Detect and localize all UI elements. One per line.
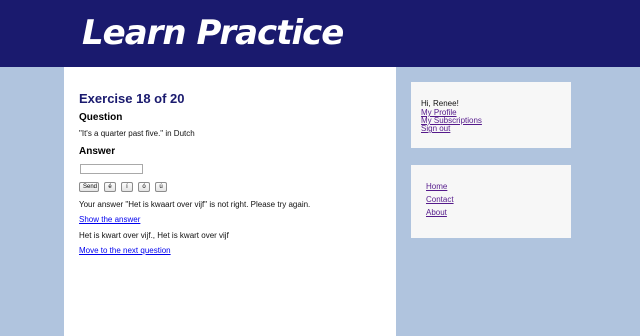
insert-u-acute-button[interactable]: ú: [155, 182, 167, 192]
site-logo[interactable]: Learn Practice: [82, 10, 344, 56]
user-greeting: Hi, Renee!: [421, 99, 459, 108]
sign-out-link[interactable]: Sign out: [421, 124, 450, 133]
insert-e-acute-button[interactable]: é: [104, 182, 116, 192]
correct-answers-text: Het is kwart over vijf., Het is kwart ov…: [79, 231, 229, 240]
next-question-link[interactable]: Move to the next question: [79, 246, 171, 255]
answer-heading: Answer: [79, 146, 116, 157]
user-panel: Hi, Renee! My Profile My Subscriptions S…: [411, 82, 571, 148]
nav-contact-link[interactable]: Contact: [426, 195, 454, 204]
insert-i-acute-button[interactable]: í: [121, 182, 133, 192]
site-nav-panel: Home Contact About: [411, 165, 571, 238]
feedback-message: Your answer "Het is kwaart over vijf" is…: [79, 200, 311, 209]
answer-buttons: Send é í ó ú: [79, 182, 167, 192]
insert-o-acute-button[interactable]: ó: [138, 182, 150, 192]
exercise-title: Exercise 18 of 20: [79, 91, 185, 106]
question-text: "It's a quarter past five." in Dutch: [79, 129, 195, 138]
answer-input[interactable]: [80, 164, 143, 174]
nav-about-link[interactable]: About: [426, 208, 447, 217]
send-button[interactable]: Send: [79, 182, 99, 192]
question-heading: Question: [79, 112, 123, 123]
site-header: Learn Practice: [0, 0, 640, 67]
nav-home-link[interactable]: Home: [426, 182, 447, 191]
show-answer-link[interactable]: Show the answer: [79, 215, 140, 224]
exercise-panel: Exercise 18 of 20 Question "It's a quart…: [64, 67, 396, 336]
